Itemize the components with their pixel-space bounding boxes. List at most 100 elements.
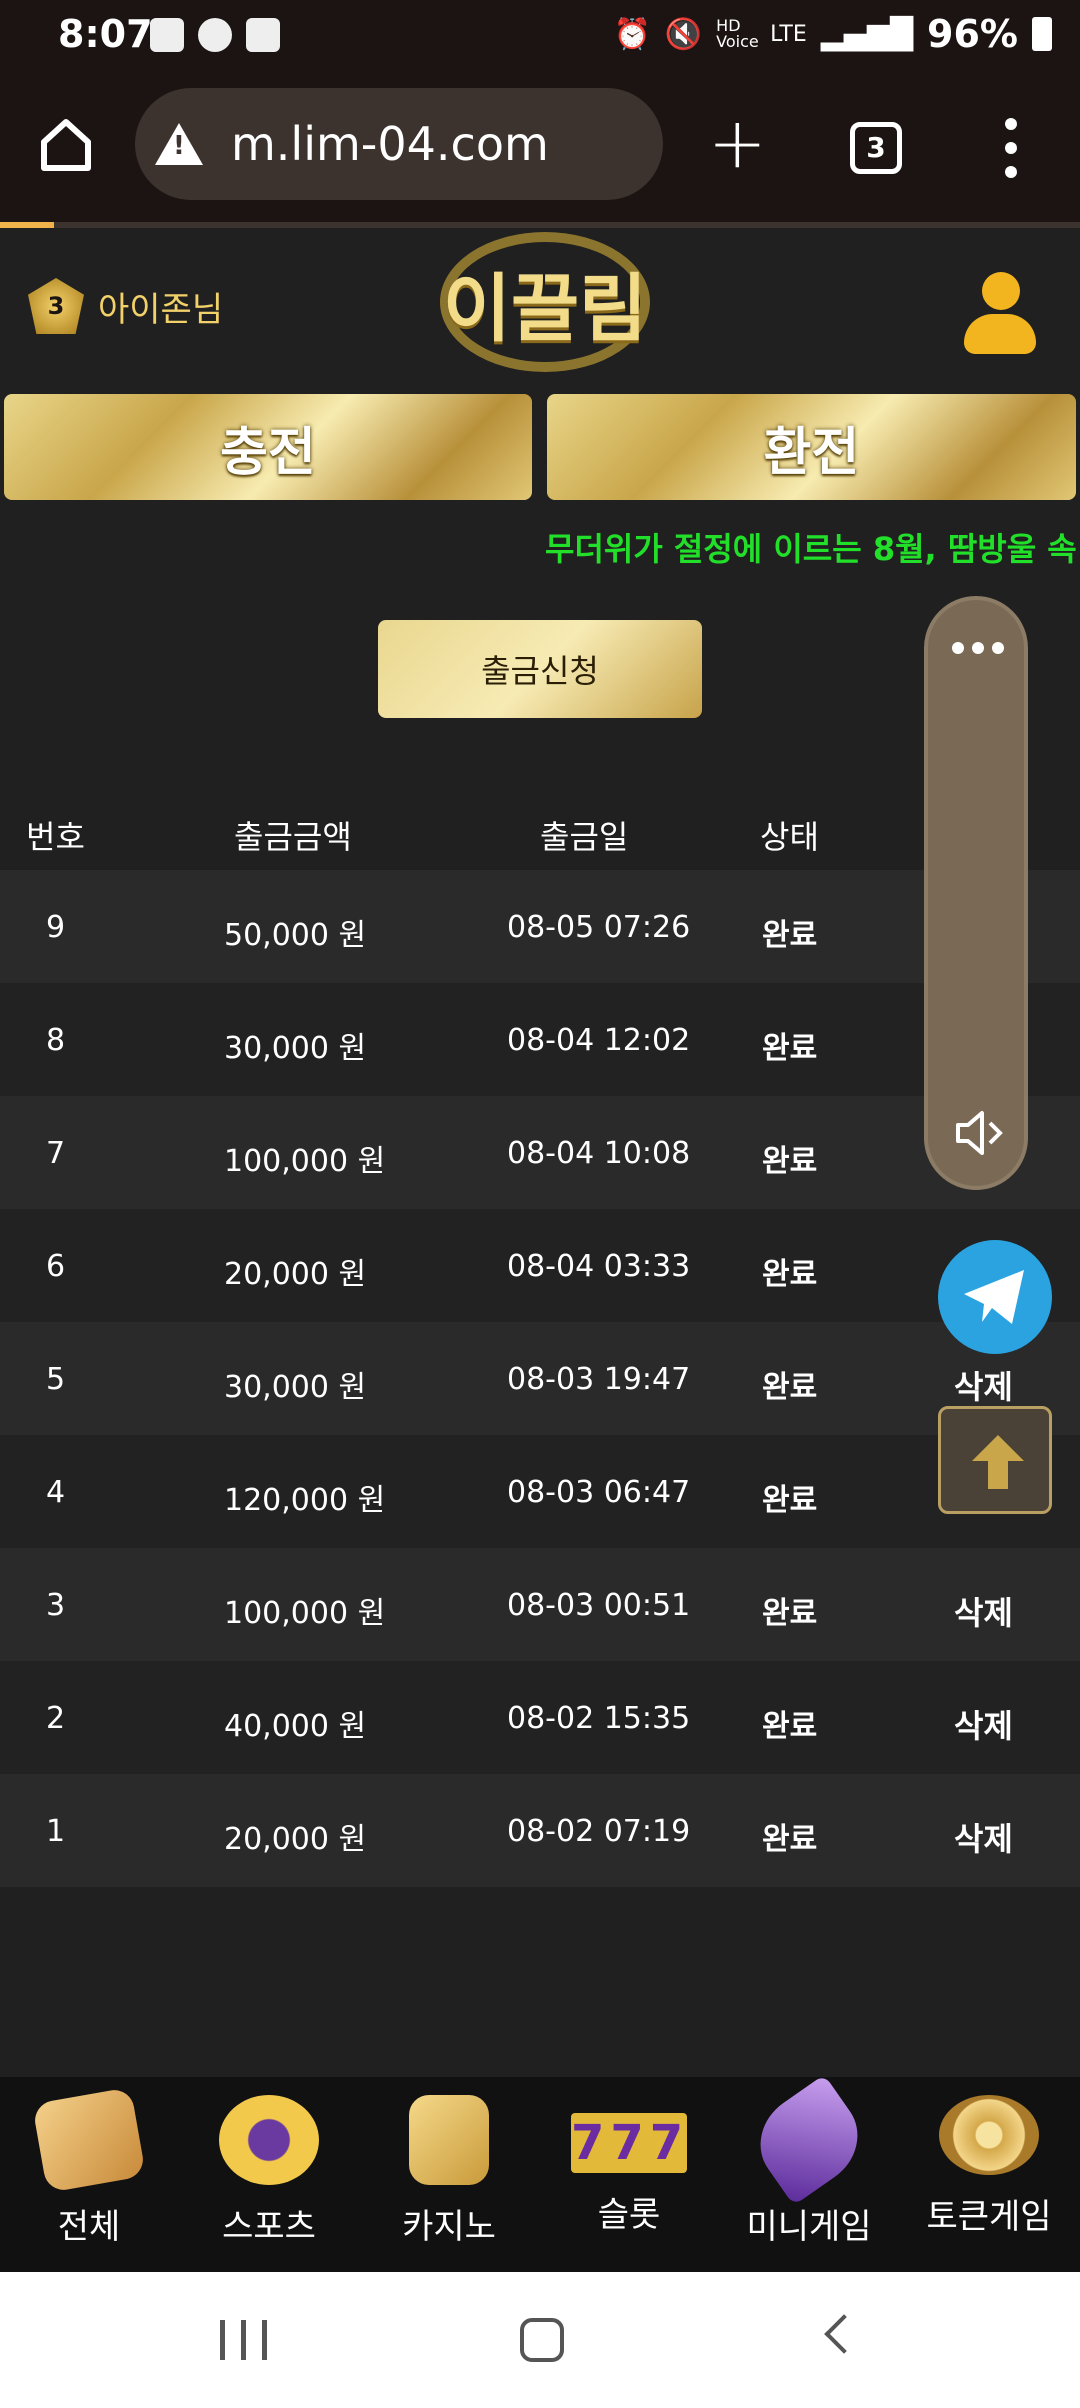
- address-bar[interactable]: m.lim-04.com: [135, 88, 663, 200]
- table-row: 4 120,000 원 08-03 06:47 완료: [0, 1435, 1080, 1548]
- cell-date: 08-02 07:19: [507, 1814, 691, 1849]
- back-button[interactable]: [824, 2314, 864, 2354]
- nav-label: 토큰게임: [926, 2197, 1052, 2237]
- cell-status: 완료: [762, 918, 818, 953]
- gallery-icon: [150, 18, 184, 52]
- cell-date: 08-04 03:33: [507, 1249, 691, 1284]
- cell-num: 2: [46, 1701, 66, 1736]
- table-row: 3 100,000 원 08-03 00:51 완료 삭제: [0, 1548, 1080, 1661]
- cell-amount: 30,000 원: [224, 1031, 367, 1066]
- exchange-button[interactable]: 환전: [547, 394, 1076, 500]
- floating-panel[interactable]: [924, 596, 1028, 1190]
- username: 아이존님: [98, 289, 224, 330]
- header-amount: 출금금액: [234, 818, 352, 856]
- cell-num: 7: [46, 1136, 66, 1171]
- cell-status: 완료: [762, 1709, 818, 1744]
- cell-date: 08-02 15:35: [507, 1701, 691, 1736]
- nav-item-sports[interactable]: 스포츠: [194, 2095, 344, 2248]
- scroll-to-top-button[interactable]: [938, 1406, 1052, 1514]
- cell-date: 08-05 07:26: [507, 910, 691, 945]
- home-icon[interactable]: [36, 114, 96, 174]
- withdraw-request-button[interactable]: 출금신청: [378, 620, 702, 718]
- header-date: 출금일: [540, 818, 629, 856]
- url-text[interactable]: m.lim-04.com: [231, 117, 549, 171]
- charge-button[interactable]: 충전: [4, 394, 532, 500]
- delete-button[interactable]: 삭제: [954, 1362, 1013, 1408]
- notification-icons: [150, 18, 280, 52]
- cloud-icon: [198, 18, 232, 52]
- marquee-notice: 무더위가 절정에 이르는 8월, 땀방울 속: [545, 530, 1077, 568]
- rocket-icon: [742, 2074, 876, 2206]
- nav-label: 전체: [57, 2207, 121, 2247]
- nav-label: 스포츠: [222, 2207, 316, 2247]
- more-dots-icon[interactable]: [952, 642, 1004, 654]
- table-row: 7 100,000 원 08-04 10:08 완료: [0, 1096, 1080, 1209]
- cell-num: 5: [46, 1362, 66, 1397]
- home-button[interactable]: [520, 2318, 564, 2362]
- cell-amount: 100,000 원: [224, 1144, 386, 1179]
- cell-status: 완료: [762, 1370, 818, 1405]
- network-label: LTE: [770, 21, 807, 47]
- cell-amount: 100,000 원: [224, 1596, 386, 1631]
- cell-status: 완료: [762, 1031, 818, 1066]
- cards-icon: [409, 2095, 489, 2185]
- sound-off-icon[interactable]: [952, 1105, 1008, 1161]
- battery-percent: 96%: [927, 12, 1018, 56]
- cell-num: 6: [46, 1249, 66, 1284]
- logo-text: 이끌림: [442, 265, 648, 352]
- table-row: 2 40,000 원 08-02 15:35 완료 삭제: [0, 1661, 1080, 1774]
- browser-toolbar: m.lim-04.com + 3: [0, 72, 1080, 224]
- more-menu-icon[interactable]: [1004, 118, 1018, 178]
- level-badge-icon: 3: [28, 278, 84, 334]
- delete-button[interactable]: 삭제: [954, 1814, 1013, 1860]
- site-logo[interactable]: 이끌림: [440, 232, 650, 372]
- signal-icon: ▂▄▆█: [820, 16, 914, 52]
- mute-icon: 🔇: [664, 16, 703, 52]
- cell-amount: 30,000 원: [224, 1370, 367, 1405]
- cell-num: 3: [46, 1588, 66, 1623]
- nav-label: 미니게임: [746, 2207, 872, 2247]
- cell-date: 08-03 06:47: [507, 1475, 691, 1510]
- telegram-icon[interactable]: [938, 1240, 1052, 1354]
- slot-777-icon: 777: [571, 2113, 690, 2173]
- tab-switcher-button[interactable]: 3: [850, 122, 902, 174]
- bottom-nav: 전체 스포츠 카지노 777 슬롯 미니게임 토큰게임: [0, 2074, 1080, 2272]
- table-row: 6 20,000 원 08-04 03:33 완료: [0, 1209, 1080, 1322]
- site-content: 3 아이존님 이끌림 충전 환전 무더위가 절정에 이르는 8월, 땀방울 속 …: [0, 228, 1080, 2270]
- table-row: 1 20,000 원 08-02 07:19 완료 삭제: [0, 1774, 1080, 1887]
- withdraw-table-body: 9 50,000 원 08-05 07:26 완료 8 30,000 원 08-04 12…: [0, 870, 1080, 1887]
- cell-num: 8: [46, 1023, 66, 1058]
- nav-item-slot[interactable]: 777 슬롯: [554, 2095, 704, 2236]
- delete-button[interactable]: 삭제: [954, 1701, 1013, 1747]
- table-header: 번호 출금금액 출금일 상태: [0, 790, 1080, 870]
- alarm-icon: ⏰: [613, 16, 651, 52]
- recent-apps-button[interactable]: [220, 2320, 267, 2360]
- cell-date: 08-03 00:51: [507, 1588, 691, 1623]
- table-row: 5 30,000 원 08-03 19:47 완료 삭제: [0, 1322, 1080, 1435]
- cell-date: 08-04 10:08: [507, 1136, 691, 1171]
- status-time: 8:07: [58, 12, 153, 56]
- cell-status: 완료: [762, 1483, 818, 1518]
- cell-date: 08-03 19:47: [507, 1362, 691, 1397]
- soccer-ball-icon: [219, 2095, 319, 2185]
- warning-icon[interactable]: [155, 123, 203, 165]
- nav-label: 슬롯: [597, 2195, 661, 2235]
- cell-num: 9: [46, 910, 66, 945]
- table-row: 8 30,000 원 08-04 12:02 완료: [0, 983, 1080, 1096]
- status-right: ⏰ 🔇 HD Voice LTE ▂▄▆█ 96%: [613, 12, 1052, 56]
- user-profile-icon[interactable]: [964, 272, 1036, 362]
- nav-item-minigame[interactable]: 미니게임: [734, 2074, 884, 2248]
- nav-item-token-game[interactable]: 토큰게임: [914, 2095, 1064, 2238]
- cell-num: 1: [46, 1814, 66, 1849]
- nav-item-all[interactable]: 전체: [14, 2087, 164, 2248]
- cell-status: 완료: [762, 1144, 818, 1179]
- header-num: 번호: [26, 818, 85, 856]
- delete-button[interactable]: 삭제: [954, 1588, 1013, 1634]
- header-status: 상태: [760, 818, 819, 856]
- user-info[interactable]: 3 아이존님: [28, 278, 223, 334]
- cell-amount: 20,000 원: [224, 1257, 367, 1292]
- new-tab-button[interactable]: +: [708, 102, 767, 184]
- dice-icon: [31, 2087, 147, 2193]
- nav-item-casino[interactable]: 카지노: [374, 2095, 524, 2248]
- hd-voice-label: HD Voice: [716, 16, 759, 51]
